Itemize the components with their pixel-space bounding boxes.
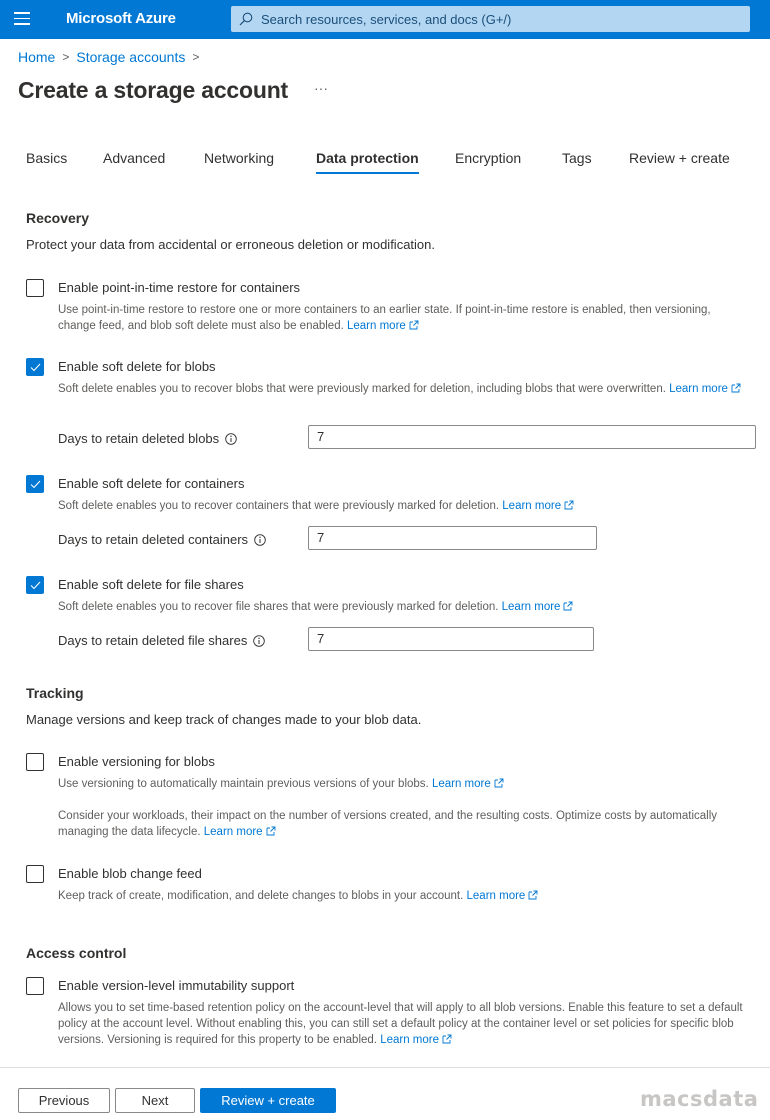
learn-more-link[interactable]: Learn more	[502, 500, 574, 512]
description-text: Soft delete enables you to recover conta…	[58, 500, 500, 512]
section-desc-recovery: Protect your data from accidental or err…	[26, 237, 435, 252]
tab-advanced[interactable]: Advanced	[103, 150, 165, 174]
tab-networking[interactable]: Networking	[204, 150, 274, 174]
option-description: Soft delete enables you to recover file …	[58, 599, 748, 615]
description-text: Keep track of create, modification, and …	[58, 890, 464, 902]
tab-review-create[interactable]: Review + create	[629, 150, 730, 174]
checkmark-icon	[30, 480, 41, 489]
description-text: Soft delete enables you to recover file …	[58, 601, 499, 613]
checkbox-versioning[interactable]	[26, 753, 44, 771]
option-description: Use point-in-time restore to restore one…	[58, 302, 748, 334]
next-button[interactable]: Next	[115, 1088, 195, 1113]
section-desc-tracking: Manage versions and keep track of change…	[26, 712, 422, 727]
checkbox-point-in-time-restore[interactable]	[26, 279, 44, 297]
external-link-icon	[494, 778, 504, 788]
learn-more-link[interactable]: Learn more	[347, 320, 419, 332]
option-label: Enable soft delete for file shares	[58, 577, 244, 592]
section-title-access-control: Access control	[26, 945, 127, 961]
description-text: Soft delete enables you to recover blobs…	[58, 383, 666, 395]
search-placeholder: Search resources, services, and docs (G+…	[261, 11, 512, 27]
option-description: Keep track of create, modification, and …	[58, 888, 748, 904]
external-link-icon	[731, 383, 741, 393]
option-label: Enable soft delete for containers	[58, 476, 245, 491]
page-title: Create a storage account	[18, 77, 289, 103]
option-description: Soft delete enables you to recover blobs…	[58, 381, 748, 397]
option-label: Enable version-level immutability suppor…	[58, 978, 295, 993]
days-deleted-file-shares-input[interactable]: 7	[308, 627, 594, 651]
footer-divider	[0, 1067, 770, 1068]
option-label: Enable versioning for blobs	[58, 754, 215, 769]
external-link-icon	[564, 500, 574, 510]
option-description: Use versioning to automatically maintain…	[58, 776, 748, 792]
info-icon	[254, 533, 266, 546]
tab-data-protection[interactable]: Data protection	[316, 150, 419, 174]
option-label: Enable point-in-time restore for contain…	[58, 280, 301, 295]
tab-basics[interactable]: Basics	[26, 150, 67, 174]
learn-more-link[interactable]: Learn more	[204, 826, 276, 838]
external-link-icon	[528, 890, 538, 900]
note-text: Consider your workloads, their impact on…	[58, 810, 717, 838]
search-icon	[239, 12, 261, 26]
checkbox-soft-delete-file-shares[interactable]	[26, 576, 44, 594]
learn-more-link[interactable]: Learn more	[432, 778, 504, 790]
description-text: Use versioning to automatically maintain…	[58, 778, 429, 790]
days-deleted-containers-input[interactable]: 7	[308, 526, 597, 550]
external-link-icon	[266, 826, 276, 836]
checkbox-soft-delete-blobs[interactable]	[26, 358, 44, 376]
info-icon	[225, 432, 237, 445]
checkmark-icon	[30, 581, 41, 590]
more-options-button[interactable]: ···	[314, 80, 328, 96]
info-icon	[253, 634, 266, 647]
chevron-right-icon: >	[192, 50, 200, 64]
top-bar: Microsoft Azure Search resources, servic…	[0, 0, 770, 39]
tab-encryption[interactable]: Encryption	[455, 150, 521, 174]
versioning-cost-note: Consider your workloads, their impact on…	[58, 808, 748, 840]
previous-button[interactable]: Previous	[18, 1088, 110, 1113]
learn-more-link[interactable]: Learn more	[502, 601, 574, 613]
breadcrumb-storage-accounts[interactable]: Storage accounts	[76, 49, 185, 65]
learn-more-link[interactable]: Learn more	[380, 1034, 452, 1046]
brand-title[interactable]: Microsoft Azure	[66, 10, 176, 27]
learn-more-link[interactable]: Learn more	[669, 383, 741, 395]
option-description: Soft delete enables you to recover conta…	[58, 498, 748, 514]
option-description: Allows you to set time-based retention p…	[58, 1000, 748, 1048]
external-link-icon	[409, 320, 419, 330]
breadcrumb: Home > Storage accounts >	[18, 49, 206, 65]
section-title-tracking: Tracking	[26, 685, 84, 701]
checkbox-change-feed[interactable]	[26, 865, 44, 883]
review-create-button[interactable]: Review + create	[200, 1088, 336, 1113]
chevron-right-icon: >	[62, 50, 70, 64]
field-label: Days to retain deleted blobs	[58, 431, 237, 446]
field-label: Days to retain deleted file shares	[58, 633, 266, 648]
days-deleted-blobs-input[interactable]: 7	[308, 425, 756, 449]
breadcrumb-home[interactable]: Home	[18, 49, 55, 65]
external-link-icon	[442, 1034, 452, 1044]
field-label: Days to retain deleted containers	[58, 532, 266, 547]
option-label: Enable blob change feed	[58, 866, 202, 881]
checkbox-soft-delete-containers[interactable]	[26, 475, 44, 493]
tab-tags[interactable]: Tags	[562, 150, 592, 174]
option-label: Enable soft delete for blobs	[58, 359, 216, 374]
menu-icon[interactable]	[14, 12, 30, 26]
checkbox-immutability[interactable]	[26, 977, 44, 995]
search-input[interactable]: Search resources, services, and docs (G+…	[231, 6, 750, 32]
checkmark-icon	[30, 363, 41, 372]
section-title-recovery: Recovery	[26, 210, 90, 226]
watermark: macsdata	[640, 1087, 759, 1111]
learn-more-link[interactable]: Learn more	[467, 890, 539, 902]
external-link-icon	[564, 601, 573, 611]
